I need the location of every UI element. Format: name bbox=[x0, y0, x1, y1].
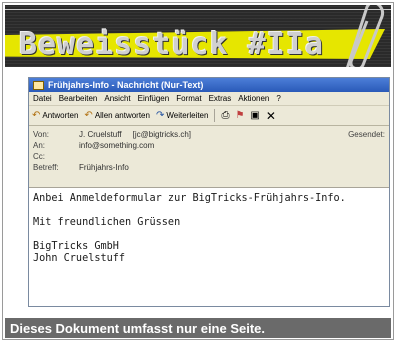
window-title: Frühjahrs-Info - Nachricht (Nur-Text) bbox=[48, 80, 204, 90]
forward-label: Weiterleiten bbox=[166, 111, 209, 120]
from-value: J. Cruelstuff [jc@bigtricks.ch] bbox=[79, 130, 192, 139]
subject-row: Betreff: Frühjahrs-Info bbox=[33, 162, 385, 173]
menu-item-help[interactable]: ? bbox=[276, 94, 280, 103]
reply-button[interactable]: ↶ Antworten bbox=[32, 110, 78, 121]
to-row: An: info@something.com bbox=[33, 140, 385, 151]
body-line: Anbei Anmeldeformular zur BigTricks-Früh… bbox=[33, 193, 346, 204]
from-row: Von: J. Cruelstuff [jc@bigtricks.ch] bbox=[33, 129, 385, 140]
move-button[interactable]: ▣ bbox=[250, 110, 259, 121]
email-window: Frühjahrs-Info - Nachricht (Nur-Text) Da… bbox=[28, 77, 390, 307]
close-icon: ✕ bbox=[265, 108, 276, 123]
body-line: John Cruelstuff bbox=[33, 253, 126, 264]
cc-row: Cc: bbox=[33, 151, 385, 162]
move-icon: ▣ bbox=[250, 110, 260, 121]
window-titlebar[interactable]: Frühjahrs-Info - Nachricht (Nur-Text) bbox=[29, 78, 389, 92]
reply-icon: ↶ bbox=[32, 110, 41, 121]
reply-all-label: Allen antworten bbox=[94, 111, 150, 120]
exhibit-banner: Beweisstück #IIa bbox=[5, 5, 391, 67]
flag-icon: ⚑ bbox=[235, 110, 245, 121]
forward-button[interactable]: ↷ Weiterleiten bbox=[156, 110, 208, 121]
paperclip-icon bbox=[346, 5, 385, 67]
subject-label: Betreff: bbox=[33, 163, 59, 172]
menu-item-extras[interactable]: Extras bbox=[209, 94, 232, 103]
subject-value: Frühjahrs-Info bbox=[79, 163, 129, 172]
body-gap bbox=[33, 229, 385, 241]
reply-all-button[interactable]: ↶ Allen antworten bbox=[84, 110, 150, 121]
message-body[interactable]: Anbei Anmeldeformular zur BigTricks-Früh… bbox=[29, 188, 389, 270]
body-line: BigTricks GmbH bbox=[33, 241, 119, 252]
delete-button[interactable]: ✕ bbox=[266, 109, 276, 123]
from-label: Von: bbox=[33, 130, 50, 139]
print-icon: ⎙ bbox=[221, 110, 230, 121]
to-label: An: bbox=[33, 141, 46, 150]
banner-title: Beweisstück #IIa bbox=[19, 27, 324, 62]
menu-item-datei[interactable]: Datei bbox=[33, 94, 52, 103]
message-headers: Gesendet: Von: J. Cruelstuff [jc@bigtric… bbox=[29, 126, 389, 188]
toolbar: ↶ Antworten ↶ Allen antworten ↷ Weiterle… bbox=[29, 106, 389, 126]
footer-text: Dieses Dokument umfasst nur eine Seite. bbox=[10, 320, 266, 336]
print-button[interactable]: ⎙ bbox=[221, 110, 229, 121]
menu-item-einfuegen[interactable]: Einfügen bbox=[138, 94, 170, 103]
menu-item-aktionen[interactable]: Aktionen bbox=[238, 94, 269, 103]
body-line: Mit freundlichen Grüssen bbox=[33, 217, 181, 228]
body-gap bbox=[33, 205, 385, 217]
menu-item-bearbeiten[interactable]: Bearbeiten bbox=[59, 94, 98, 103]
envelope-icon bbox=[33, 80, 44, 90]
to-value: info@something.com bbox=[79, 141, 155, 150]
flag-button[interactable]: ⚑ bbox=[235, 110, 244, 121]
toolbar-separator bbox=[214, 109, 216, 122]
menu-item-format[interactable]: Format bbox=[176, 94, 201, 103]
sent-label: Gesendet: bbox=[348, 130, 385, 139]
cc-label: Cc: bbox=[33, 152, 45, 161]
footer-note: Dieses Dokument umfasst nur eine Seite. bbox=[5, 318, 391, 338]
reply-label: Antworten bbox=[42, 111, 79, 120]
forward-icon: ↷ bbox=[155, 110, 165, 121]
reply-all-icon: ↶ bbox=[84, 110, 93, 121]
menu-bar: Datei Bearbeiten Ansicht Einfügen Format… bbox=[29, 92, 389, 106]
menu-item-ansicht[interactable]: Ansicht bbox=[104, 94, 130, 103]
